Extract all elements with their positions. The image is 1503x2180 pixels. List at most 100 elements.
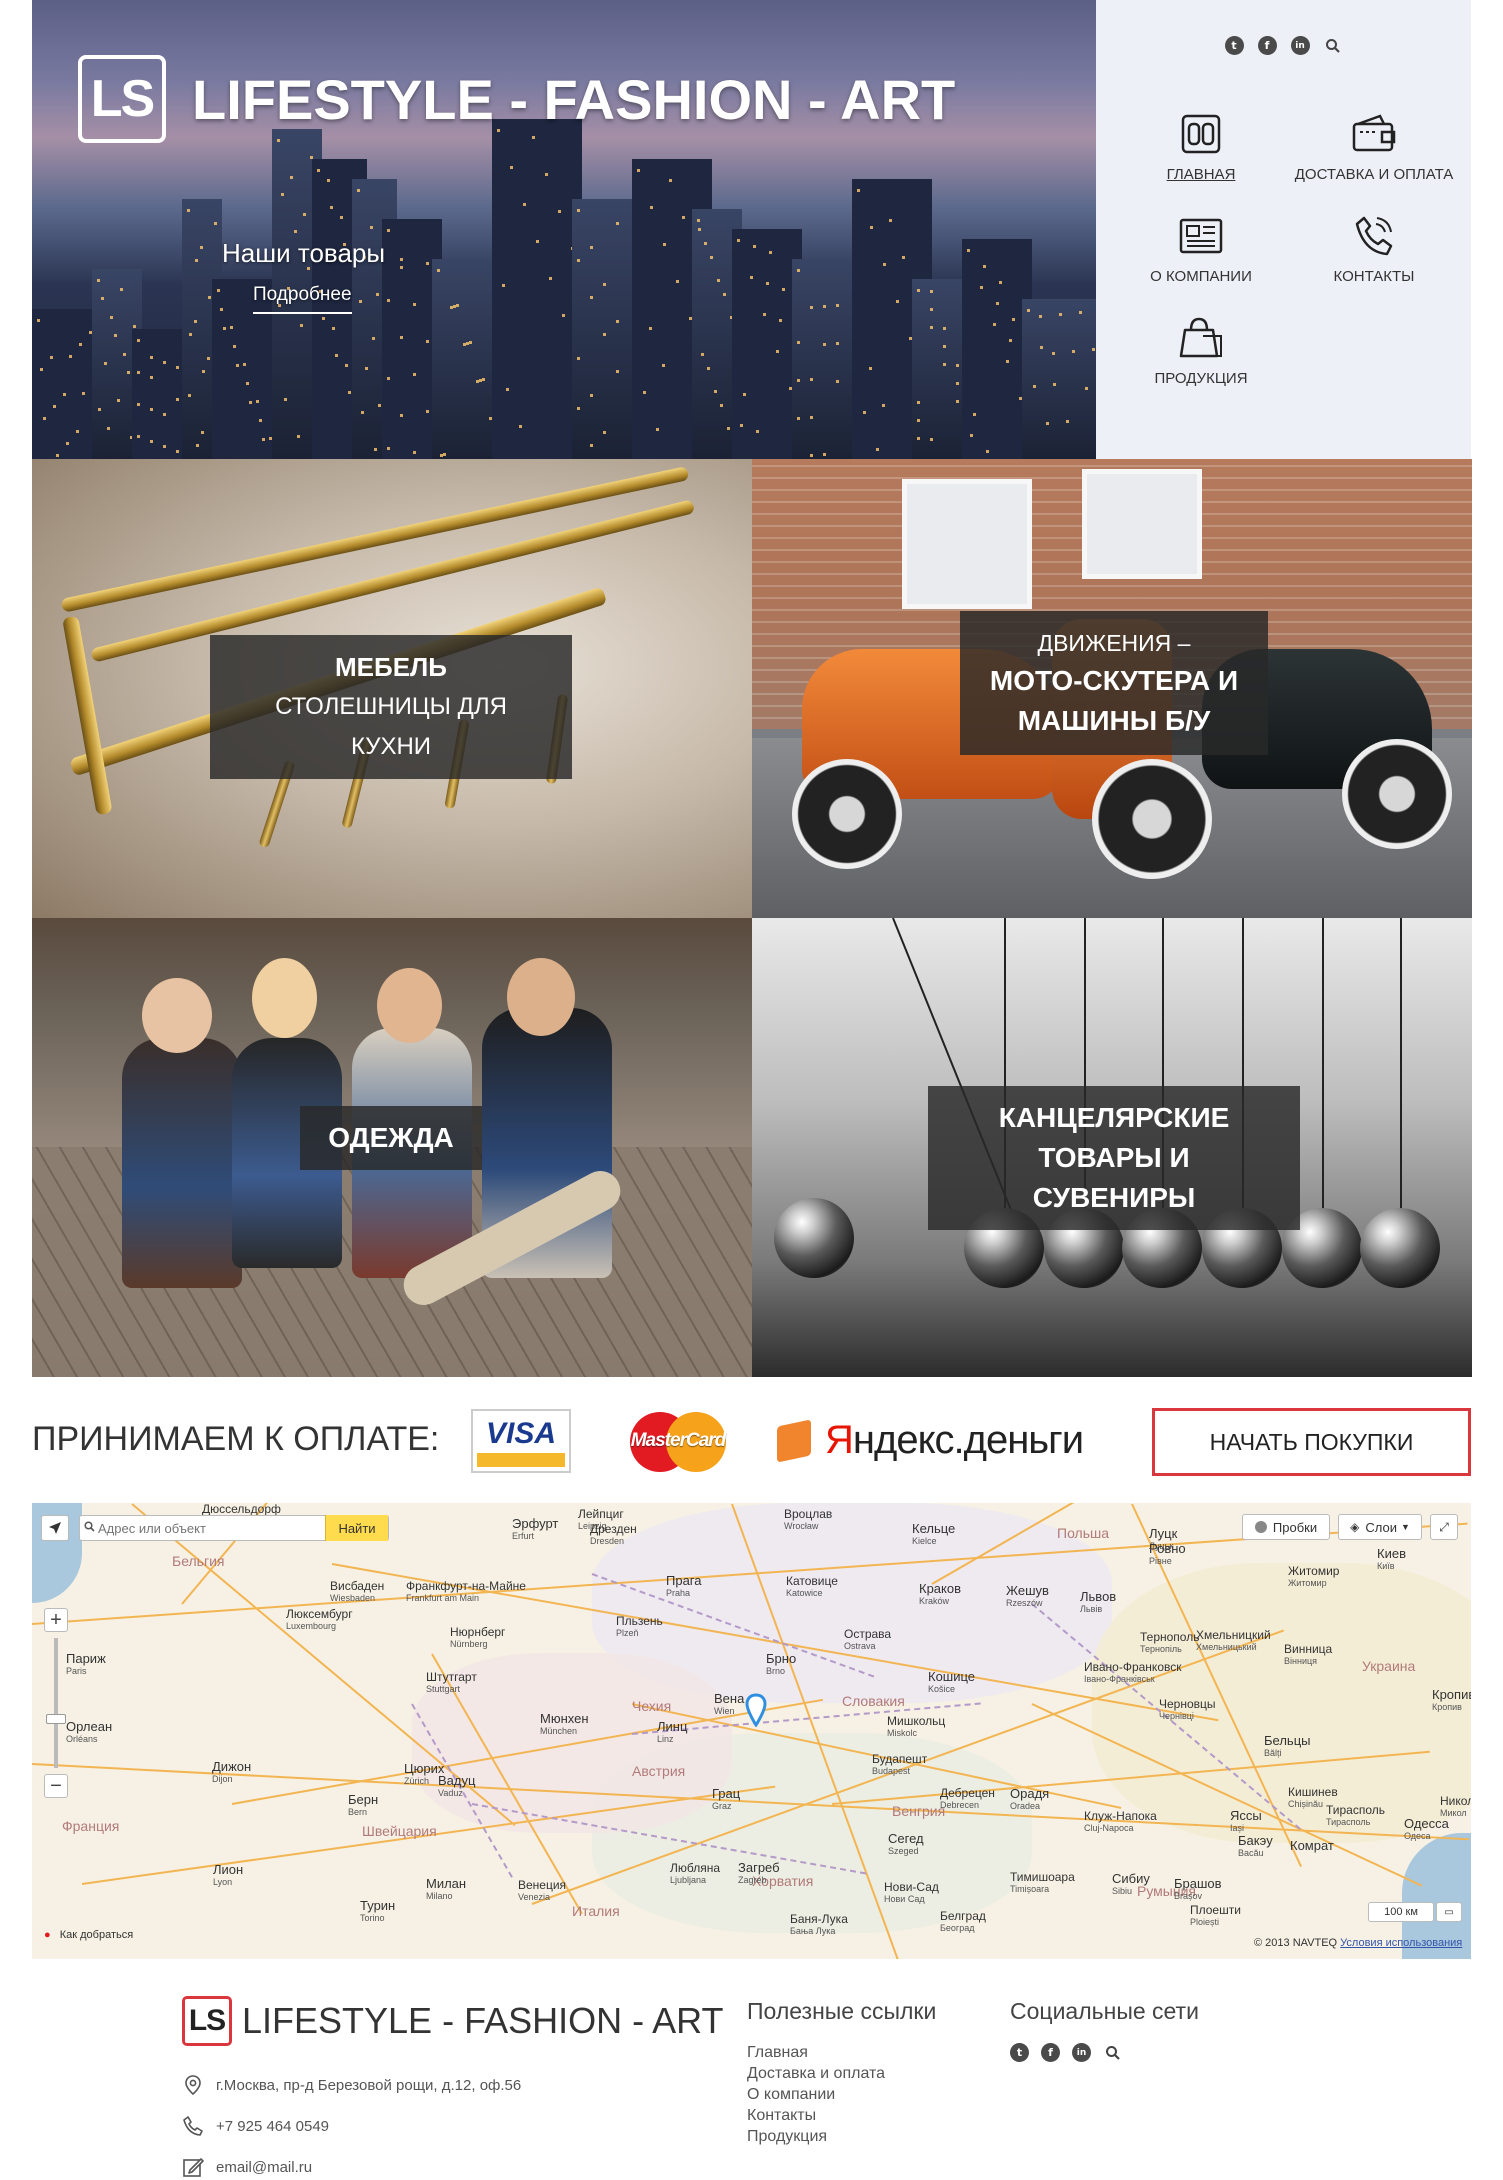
lit-window xyxy=(437,269,440,272)
linkedin-icon[interactable]: in xyxy=(1290,36,1310,55)
nav-item-contacts[interactable]: КОНТАКТЫ xyxy=(1289,214,1459,285)
lit-window xyxy=(876,448,879,451)
map-city-label: Бакэу Bacău xyxy=(1238,1834,1273,1859)
person-head xyxy=(507,958,575,1036)
lit-window xyxy=(378,404,381,407)
footer-logo-mark: LS xyxy=(182,1996,232,2046)
map-city-label: Баня-Лука Бања Лука xyxy=(790,1913,848,1937)
map-city-label: Нови-Сад Нови Сад xyxy=(884,1881,939,1905)
zoom-slider-knob[interactable] xyxy=(46,1714,66,1724)
map-city-label: Берн Bern xyxy=(348,1793,378,1818)
address-text: г.Москва, пр-д Березовой рощи, д.12, оф.… xyxy=(216,2076,522,2094)
footer-link-contacts[interactable]: Контакты xyxy=(747,2105,885,2126)
map-city-label: Дижон Dijon xyxy=(212,1760,251,1785)
footer-link-delivery[interactable]: Доставка и оплата xyxy=(747,2063,885,2084)
hero-more-link[interactable]: Подробнее xyxy=(253,284,352,314)
stationery-line-1: КАНЦЕЛЯРСКИЕ xyxy=(998,1102,1230,1133)
map-city-name: Львов xyxy=(1080,1589,1117,1604)
nav-item-delivery[interactable]: ДОСТАВКА И ОПЛАТА xyxy=(1289,112,1459,183)
map-search-input[interactable] xyxy=(98,1520,325,1536)
lit-window xyxy=(1039,315,1042,318)
map-country-label: Венгрия xyxy=(892,1803,946,1819)
map-city-local-name: Львів xyxy=(1080,1604,1103,1614)
geolocation-button[interactable] xyxy=(41,1515,69,1541)
map-city-label: Загреб Zagreb xyxy=(738,1861,780,1886)
map-city-local-name: Kielce xyxy=(912,1536,937,1546)
lit-window xyxy=(930,308,933,311)
map-city-name: Висбаден xyxy=(330,1579,385,1593)
footer-email[interactable]: email@mail.ru xyxy=(182,2156,312,2178)
lit-window xyxy=(797,269,800,272)
category-tile-scooters[interactable]: ДВИЖЕНИЯ – МОТО-СКУТЕРА И МАШИНЫ Б/У xyxy=(752,459,1472,918)
footer-link-about[interactable]: О компании xyxy=(747,2084,885,2105)
map-location-pin-icon[interactable] xyxy=(744,1693,768,1727)
map-city-label: Штутгарт Stuttgart xyxy=(426,1671,477,1695)
map-city-local-name: Frankfurt am Main xyxy=(406,1593,480,1603)
map-city-name: Винница xyxy=(1284,1642,1333,1656)
twitter-icon[interactable]: t xyxy=(1224,36,1244,55)
start-shopping-button[interactable]: НАЧАТЬ ПОКУПКИ xyxy=(1152,1408,1471,1476)
linkedin-icon[interactable]: in xyxy=(1072,2043,1091,2062)
map-terms-link[interactable]: Условия использования xyxy=(1340,1937,1462,1949)
nav-item-products[interactable]: ПРОДУКЦИЯ xyxy=(1116,316,1286,387)
lit-window xyxy=(294,230,297,233)
map-city-name: Турин xyxy=(360,1898,396,1913)
yandex-map[interactable]: Бельгия Чехия Словакия Австрия Венгрия Франци… xyxy=(32,1503,1471,1959)
facebook-icon[interactable]: f xyxy=(1257,36,1277,55)
zoom-in-button[interactable]: + xyxy=(44,1608,68,1632)
map-city-name: Краков xyxy=(919,1581,962,1596)
lit-window xyxy=(756,430,759,433)
map-city-local-name: Milano xyxy=(426,1891,453,1901)
map-city-name: Баня-Лука xyxy=(790,1912,848,1926)
facebook-icon[interactable]: f xyxy=(1041,2043,1060,2062)
ruler-button[interactable]: ▭ xyxy=(1436,1902,1462,1922)
lit-window xyxy=(196,444,199,447)
map-city-label: Любляна Ljubljana xyxy=(670,1862,720,1886)
person-figure xyxy=(122,1038,242,1288)
zoom-out-button[interactable]: − xyxy=(44,1774,68,1798)
category-tile-clothes[interactable]: ОДЕЖДА xyxy=(32,918,752,1377)
map-find-button[interactable]: Найти xyxy=(325,1515,388,1541)
map-city-label: Сегед Szeged xyxy=(888,1832,924,1857)
hero-banner: LS LIFESTYLE - FASHION - ART Наши товары… xyxy=(32,0,1096,459)
map-city-name: Острава xyxy=(844,1627,892,1641)
nav-item-about[interactable]: О КОМПАНИИ xyxy=(1116,214,1286,285)
map-city-label: Клуж-Напока Cluj-Napoca xyxy=(1084,1810,1157,1834)
map-city-name: Тирасполь xyxy=(1326,1803,1386,1817)
map-city-label: Франкфурт-на-Майне Frankfurt am Main xyxy=(406,1580,526,1604)
zoom-slider[interactable] xyxy=(46,1638,66,1768)
footer-link-products[interactable]: Продукция xyxy=(747,2126,885,2147)
footer-link-home[interactable]: Главная xyxy=(747,2042,885,2063)
layers-button[interactable]: ◈ Слои ▼ xyxy=(1338,1514,1422,1540)
lit-window xyxy=(400,414,403,417)
lit-window xyxy=(114,334,117,337)
hero-logo[interactable]: LS LIFESTYLE - FASHION - ART xyxy=(78,55,955,143)
category-tile-furniture[interactable]: МЕБЕЛЬ СТОЛЕШНИЦЫ ДЛЯ КУХНИ xyxy=(32,459,752,918)
search-icon[interactable] xyxy=(1103,2043,1122,2062)
directions-link[interactable]: ● Как добраться xyxy=(44,1929,133,1941)
footer-phone[interactable]: +7 925 464 0549 xyxy=(182,2115,329,2137)
lit-window xyxy=(413,451,416,454)
map-country-label: Польша xyxy=(1057,1525,1110,1541)
fullscreen-button[interactable]: ⤢ xyxy=(1430,1514,1458,1540)
lit-window xyxy=(365,367,368,370)
nav-item-home[interactable]: ГЛАВНАЯ xyxy=(1116,112,1286,183)
lit-window xyxy=(740,424,743,427)
twitter-icon[interactable]: t xyxy=(1010,2043,1029,2062)
map-city-local-name: Dijon xyxy=(212,1774,233,1784)
footer-logo[interactable]: LS LIFESTYLE - FASHION - ART xyxy=(182,1996,723,2046)
map-city-label: Венеция Venezia xyxy=(518,1879,566,1903)
traffic-button[interactable]: Пробки xyxy=(1242,1514,1330,1540)
lit-window xyxy=(753,245,756,248)
search-icon[interactable] xyxy=(1324,36,1343,55)
map-city-name: Житомир xyxy=(1288,1564,1340,1578)
map-city-label: Милан Milano xyxy=(426,1877,466,1902)
payment-title: ПРИНИМАЕМ К ОПЛАТЕ: xyxy=(32,1420,440,1458)
lit-window xyxy=(348,391,351,394)
map-city-label: Грац Graz xyxy=(712,1787,740,1812)
cradle-ball xyxy=(1360,1208,1440,1288)
map-country-label: Австрия xyxy=(632,1763,686,1779)
lit-window xyxy=(1046,422,1049,425)
main-nav-panel: t f in ГЛАВНАЯ ДОСТАВКА И ОПЛАТА О КОМПА… xyxy=(1096,0,1471,459)
category-tile-stationery[interactable]: КАНЦЕЛЯРСКИЕ ТОВАРЫ И СУВЕНИРЫ xyxy=(752,918,1472,1377)
